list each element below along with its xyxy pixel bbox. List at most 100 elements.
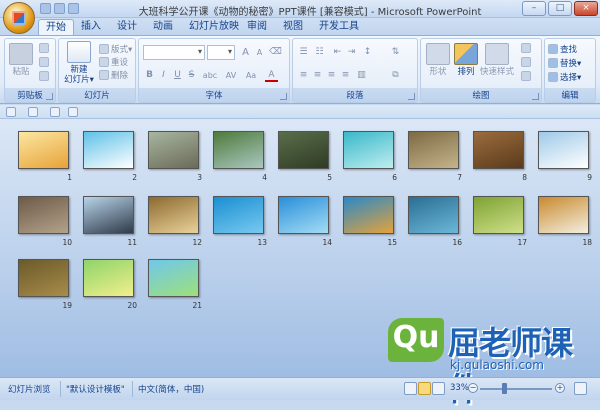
reset-button[interactable]: 重设 [99,56,128,68]
font-name-combo[interactable] [143,45,205,60]
slide-thumbnail[interactable] [408,196,459,234]
zoom-in-button[interactable]: + [555,383,565,393]
zoom-slider-thumb[interactable] [502,383,507,394]
copy-button[interactable] [39,57,49,67]
outline-icon [521,57,531,67]
redo-small-icon[interactable] [68,107,78,117]
change-case-button[interactable]: Aa [243,69,259,82]
tab-review[interactable]: 审阅 [240,19,274,35]
tab-animations[interactable]: 动画 [146,19,180,35]
tab-insert[interactable]: 插入 [74,19,108,35]
status-theme[interactable]: "默认设计模板" [66,383,125,395]
strikethrough-button[interactable]: S [185,69,198,82]
clear-format-icon[interactable]: ⌫ [269,46,282,59]
decrease-indent-icon[interactable]: ⇤ [331,46,344,59]
smartart-icon[interactable]: ⧉ [389,69,402,82]
slide-sorter-view-button[interactable] [418,382,431,395]
underline-button[interactable]: U [171,69,184,82]
shape-outline-button[interactable] [521,57,531,67]
slideshow-view-button[interactable] [432,382,445,395]
slide-thumbnail[interactable] [148,196,199,234]
minimize-button[interactable]: – [522,1,546,16]
shadow-button[interactable]: abc [201,69,219,82]
font-color-button[interactable]: A [265,69,278,82]
close-button[interactable]: × [574,1,598,16]
zoom-out-button[interactable]: − [468,383,478,393]
italic-button[interactable]: I [157,69,170,82]
paragraph-group: ☰ ☷ ⇤ ⇥ ↕ ⇅ ≡ ≡ ≡ ≡ ▥ ⧉ 段落 [292,38,418,103]
replace-button[interactable]: 替换▾ [548,57,581,69]
slide-thumbnail[interactable] [18,131,69,169]
slide-thumbnail[interactable] [343,131,394,169]
drawing-launcher[interactable] [532,93,539,100]
status-language[interactable]: 中文(简体，中国) [138,383,204,395]
align-left-icon[interactable]: ≡ [297,69,310,82]
slide-thumbnail[interactable] [473,131,524,169]
undo-icon[interactable] [54,3,65,14]
maximize-button[interactable]: □ [548,1,572,16]
numbering-icon[interactable]: ☷ [313,46,326,59]
tab-view[interactable]: 视图 [276,19,310,35]
paragraph-launcher[interactable] [408,93,415,100]
shape-button[interactable]: 形状 [425,43,451,77]
zoom-percent[interactable]: 33% [450,383,469,393]
bullets-icon[interactable]: ☰ [297,46,310,59]
tab-home[interactable]: 开始 [38,19,74,35]
find-button[interactable]: 查找 [548,43,577,55]
slide-thumbnail[interactable] [83,196,134,234]
font-launcher[interactable] [280,93,287,100]
slide-thumbnail[interactable] [538,131,589,169]
tab-design[interactable]: 设计 [110,19,144,35]
align-center-icon[interactable]: ≡ [311,69,324,82]
slide-thumbnail[interactable] [538,196,589,234]
slide-thumbnail[interactable] [343,196,394,234]
shrink-font-button[interactable]: A [253,46,266,59]
slide-thumbnail[interactable] [213,196,264,234]
slide-number: 19 [62,301,72,310]
slide-thumbnail[interactable] [83,259,134,297]
new-slide-button[interactable]: 新建 幻灯片▾ [62,41,96,85]
format-painter-button[interactable] [39,71,49,81]
panel-icon[interactable] [6,107,16,117]
undo-small-icon[interactable] [50,107,60,117]
spacing-button[interactable]: AV [223,69,239,82]
columns-icon[interactable]: ▥ [355,69,368,82]
normal-view-button[interactable] [404,382,417,395]
slide-thumbnail[interactable] [148,131,199,169]
slide-thumbnail[interactable] [278,131,329,169]
slide-thumbnail[interactable] [408,131,459,169]
slide-thumbnail[interactable] [213,131,264,169]
quick-styles-button[interactable]: 快速样式 [479,43,515,77]
bold-button[interactable]: B [143,69,156,82]
tab-developer[interactable]: 开发工具 [312,19,366,35]
cut-button[interactable] [39,43,49,53]
text-direction-icon[interactable]: ⇅ [389,46,402,59]
office-button[interactable] [3,2,35,34]
arrange-button[interactable]: 排列 [453,43,479,77]
shape-effects-button[interactable] [521,71,531,81]
align-right-icon[interactable]: ≡ [325,69,338,82]
slide-thumbnail[interactable] [278,196,329,234]
font-size-combo[interactable] [207,45,235,60]
layout-button[interactable]: 版式▾ [99,43,132,55]
slide-thumbnail[interactable] [18,196,69,234]
zoom-slider-track[interactable] [480,388,552,390]
save-icon[interactable] [40,3,51,14]
shape-fill-button[interactable] [521,43,531,53]
slide-thumbnail[interactable] [83,131,134,169]
line-spacing-icon[interactable]: ↕ [361,46,374,59]
tab-slideshow[interactable]: 幻灯片放映 [182,19,246,35]
grow-font-button[interactable]: A [239,46,252,59]
slide-thumbnail[interactable] [148,259,199,297]
select-button[interactable]: 选择▾ [548,71,581,83]
redo-icon[interactable] [68,3,79,14]
increase-indent-icon[interactable]: ⇥ [345,46,358,59]
clipboard-launcher[interactable] [46,93,53,100]
slide-thumbnail[interactable] [18,259,69,297]
delete-button[interactable]: 删除 [99,69,128,81]
fit-window-button[interactable] [574,382,587,395]
justify-icon[interactable]: ≡ [339,69,352,82]
slides-panel-icon[interactable] [28,107,38,117]
slide-thumbnail[interactable] [473,196,524,234]
paste-button[interactable]: 粘贴 [9,43,33,77]
